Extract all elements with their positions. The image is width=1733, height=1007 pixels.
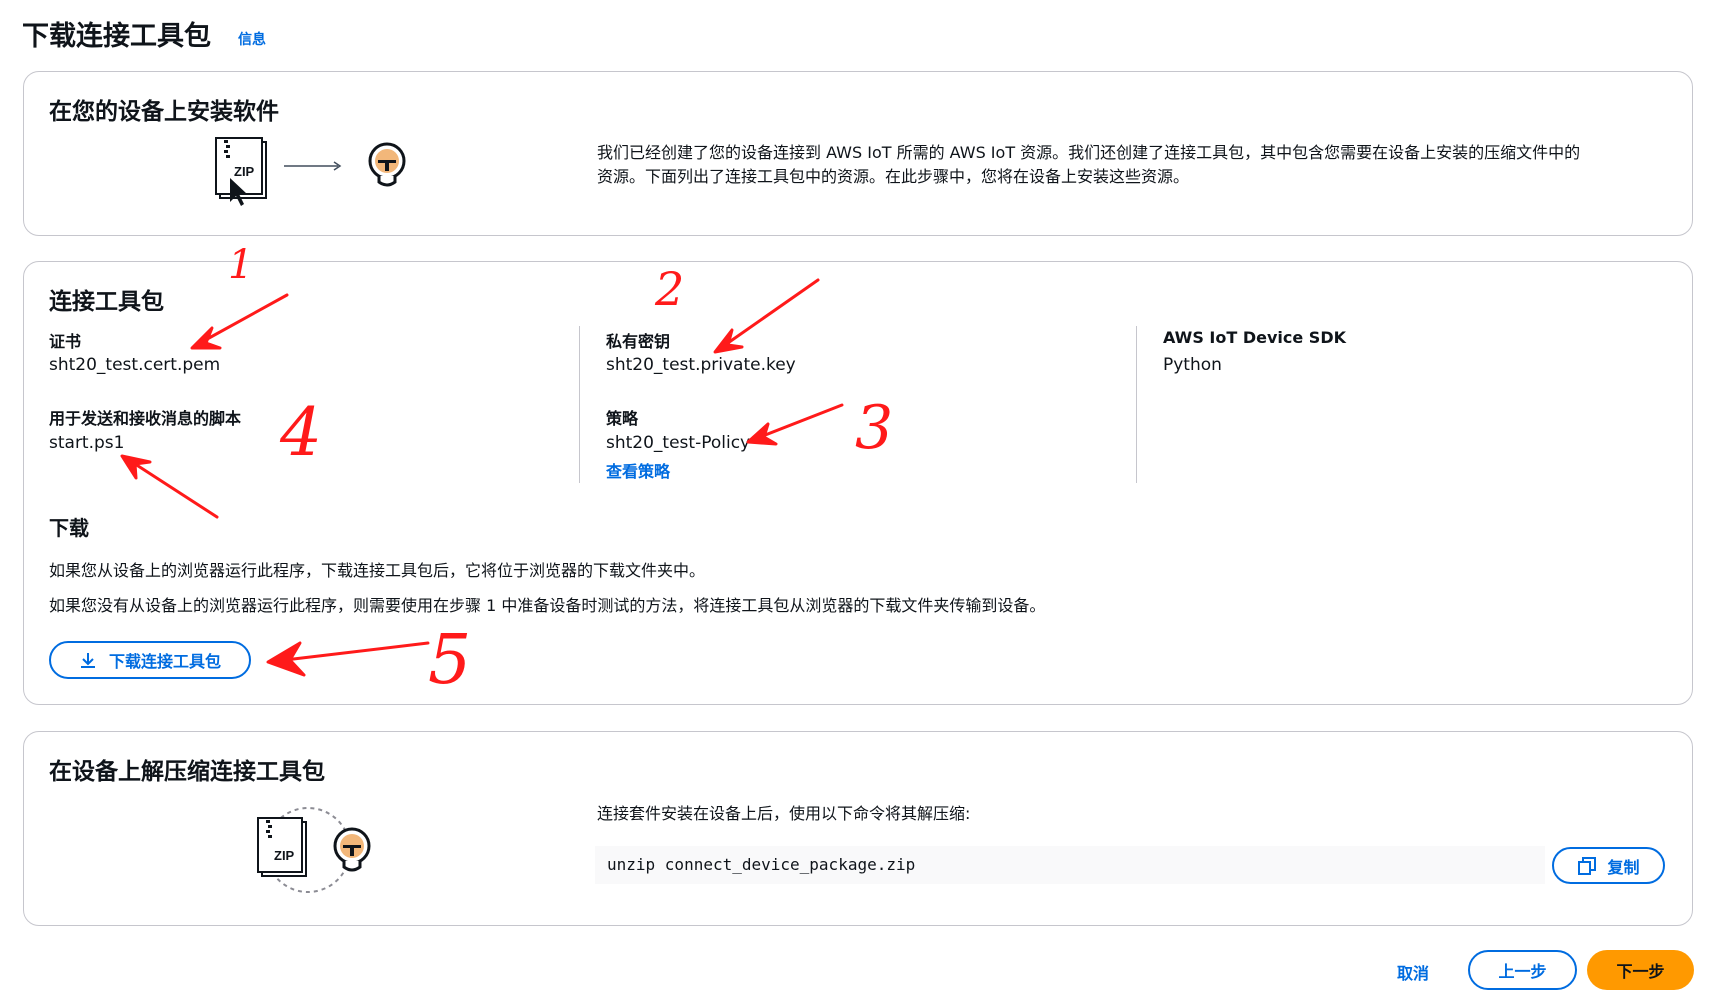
connection-kit-card: 连接工具包 证书 sht20_test.cert.pem 用于发送和接收消息的脚… [23,261,1693,705]
kit-card-title: 连接工具包 [49,289,164,315]
info-link[interactable]: 信息 [238,29,266,49]
download-text-line2: 如果您没有从设备上的浏览器运行此程序，则需要使用在步骤 1 中准备设备时测试的方… [49,596,1046,615]
script-label: 用于发送和接收消息的脚本 [49,409,242,428]
next-button[interactable]: 下一步 [1587,950,1694,990]
certificate-label: 证书 [49,332,82,351]
unzip-zip-label: ZIP [274,848,295,863]
certificate-value: sht20_test.cert.pem [49,355,221,375]
sdk-value: Python [1163,355,1222,375]
next-button-label: 下一步 [1616,962,1665,981]
column-divider [1136,326,1137,483]
unzip-card-title: 在设备上解压缩连接工具包 [49,759,325,785]
download-section-title: 下载 [49,516,89,540]
install-card-title: 在您的设备上安装软件 [49,99,279,125]
download-icon [80,653,95,668]
previous-button-label: 上一步 [1498,962,1547,981]
previous-button[interactable]: 上一步 [1468,950,1577,990]
install-description-line2: 资源。下面列出了连接工具包中的资源。在此步骤中，您将在设备上安装这些资源。 [597,167,1190,186]
private-key-value: sht20_test.private.key [606,355,796,375]
copy-icon [1578,856,1597,875]
copy-button-label: 复制 [1607,857,1640,877]
download-kit-button-label: 下载连接工具包 [108,652,221,671]
unzip-command: unzip connect_device_package.zip [607,855,916,874]
install-description-line1: 我们已经创建了您的设备连接到 AWS IoT 所需的 AWS IoT 资源。我们… [597,143,1581,162]
zip-file-icon: ZIP [215,137,267,206]
lightbulb-device-icon [368,142,406,187]
command-code-block: unzip connect_device_package.zip [595,846,1545,884]
unzip-instruction: 连接套件安装在设备上后，使用以下命令将其解压缩: [597,804,971,823]
zip-label: ZIP [234,164,255,179]
cancel-button[interactable]: 取消 [1397,960,1429,984]
policy-label: 策略 [606,409,639,428]
view-policy-link[interactable]: 查看策略 [606,458,670,482]
install-software-card: 在您的设备上安装软件 ZIP 我们已经创建了您的设备连接到 AWS IoT 所需… [23,71,1693,236]
copy-button[interactable]: 复制 [1552,847,1665,884]
download-kit-button[interactable]: 下载连接工具包 [49,641,251,679]
policy-value: sht20_test-Policy [606,433,751,453]
zip-unpack-icon: ZIP [257,807,371,893]
sdk-label: AWS IoT Device SDK [1163,328,1346,347]
script-value: start.ps1 [49,433,125,453]
arrow-right-icon [284,161,342,171]
column-divider [579,326,580,483]
private-key-label: 私有密钥 [606,332,671,351]
page-title: 下载连接工具包 [22,21,211,52]
download-text-line1: 如果您从设备上的浏览器运行此程序，下载连接工具包后，它将位于浏览器的下载文件夹中… [49,561,706,580]
unzip-card: 在设备上解压缩连接工具包 ZIP 连接套件安装在设备上后，使用以下命令将其解压缩… [23,731,1693,926]
